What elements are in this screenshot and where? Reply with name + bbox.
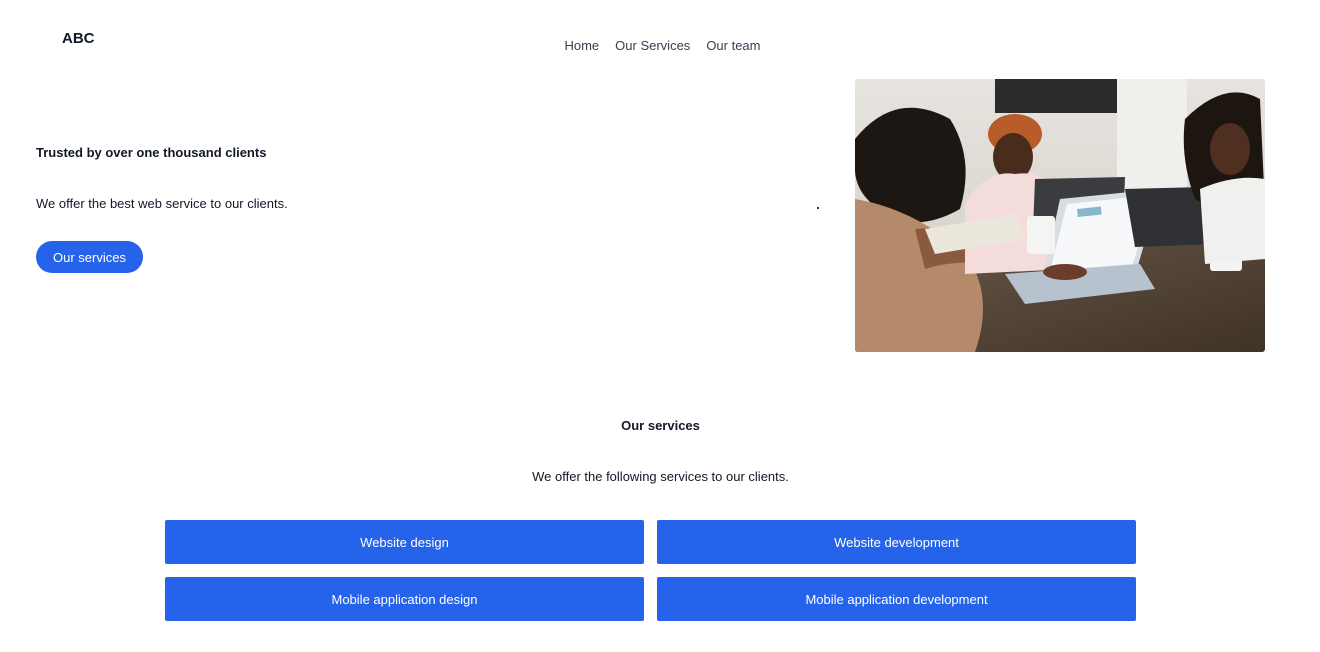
services-section-subtitle: We offer the following services to our c… bbox=[532, 469, 789, 484]
services-section-title: Our services bbox=[621, 418, 700, 433]
nav-item-our-services[interactable]: Our Services bbox=[615, 38, 690, 53]
hero-image bbox=[855, 79, 1265, 352]
nav-item-home[interactable]: Home bbox=[564, 38, 599, 53]
our-services-button[interactable]: Our services bbox=[36, 241, 143, 273]
decorative-dot bbox=[817, 207, 819, 209]
nav-item-our-team[interactable]: Our team bbox=[706, 38, 760, 53]
hero-subtitle: We offer the best web service to our cli… bbox=[36, 196, 288, 211]
service-card-mobile-app-design[interactable]: Mobile application design bbox=[165, 577, 644, 621]
service-card-website-development[interactable]: Website development bbox=[657, 520, 1136, 564]
main-nav: Home Our Services Our team bbox=[0, 38, 1320, 53]
service-card-mobile-app-development[interactable]: Mobile application development bbox=[657, 577, 1136, 621]
services-grid: Website design Website development Mobil… bbox=[165, 520, 1136, 621]
service-card-website-design[interactable]: Website design bbox=[165, 520, 644, 564]
hero-title: Trusted by over one thousand clients bbox=[36, 145, 267, 160]
